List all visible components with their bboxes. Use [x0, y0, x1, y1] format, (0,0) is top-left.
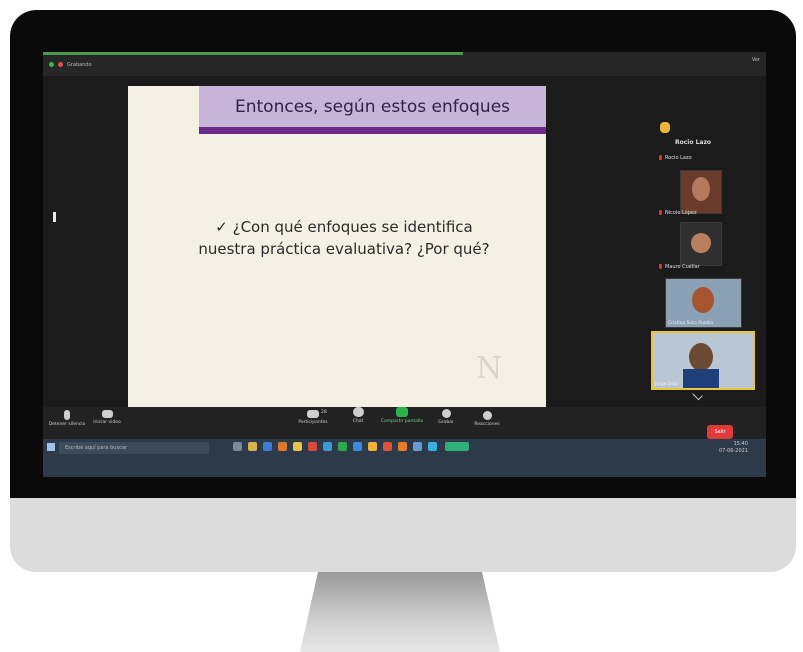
mic-muted-icon — [659, 264, 662, 269]
mic-icon — [64, 410, 70, 420]
record-button[interactable]: Grabar — [431, 409, 461, 425]
mic-muted-icon — [659, 155, 662, 160]
share-screen-label: Compartir pantalla — [380, 419, 424, 424]
participant-video-tile[interactable]: Cristina Soto Puebla — [665, 278, 742, 328]
edge-icon[interactable] — [263, 442, 272, 451]
share-screen-icon — [396, 407, 408, 417]
meeting-toolbar: Detener silencio Iniciar video 28 Partic… — [43, 407, 766, 439]
reactions-button[interactable]: Reacciones — [469, 411, 505, 427]
chevron-down-icon[interactable] — [692, 389, 703, 401]
monitor-stand — [300, 572, 500, 652]
firefox-icon[interactable] — [278, 442, 287, 451]
participant-video-tile[interactable] — [680, 222, 722, 266]
recording-label: Grabando — [67, 62, 92, 68]
participant-face — [689, 343, 713, 371]
system-clock[interactable]: 15:40 07-06-2021 — [719, 441, 748, 455]
chrome-icon[interactable] — [383, 442, 392, 451]
participant-name: Rocio Lazo — [665, 155, 692, 161]
mouse-cursor — [53, 212, 56, 222]
share-screen-button[interactable]: Compartir pantalla — [379, 407, 425, 424]
windows-taskbar: Escribe aquí para buscar 15:40 07-06-202… — [43, 439, 766, 477]
participant-name: Nicole López — [665, 210, 697, 216]
start-video-label: Iniciar video — [93, 420, 121, 425]
task-view-icon[interactable] — [233, 442, 242, 451]
participant-face — [691, 233, 711, 253]
slide-watermark-logo: N — [476, 351, 503, 386]
media-icon[interactable] — [398, 442, 407, 451]
monitor-bezel: Grabando Ver Entonces, según estos enfoq… — [10, 10, 796, 498]
file-explorer-icon[interactable] — [248, 442, 257, 451]
record-label: Grabar — [438, 420, 454, 425]
folder-icon[interactable] — [293, 442, 302, 451]
recording-icon — [58, 62, 63, 67]
raise-hand-icon — [660, 122, 670, 133]
outlook-icon[interactable] — [413, 442, 422, 451]
participant-face — [692, 287, 714, 313]
mic-muted-icon — [659, 210, 662, 215]
leave-meeting-button[interactable]: Salir — [707, 425, 733, 439]
teams-icon[interactable] — [428, 442, 437, 451]
reactions-label: Reacciones — [474, 422, 500, 427]
participant-tile-name: Cristina Soto Puebla — [668, 321, 714, 326]
search-placeholder: Escribe aquí para buscar — [65, 445, 127, 451]
participants-count: 28 — [321, 410, 327, 415]
chat-label: Chat — [352, 419, 364, 424]
monitor-frame: Grabando Ver Entonces, según estos enfoq… — [10, 10, 796, 572]
whatsapp-icon[interactable] — [338, 442, 347, 451]
shared-slide: Entonces, según estos enfoques ✓ ¿Con qu… — [128, 86, 546, 420]
word-icon[interactable] — [353, 442, 362, 451]
record-icon — [441, 409, 451, 418]
participant-face — [692, 177, 710, 201]
active-app-icon[interactable] — [445, 442, 469, 451]
participant-video-tile[interactable] — [680, 170, 722, 214]
question-line-1: ✓ ¿Con qué enfoques se identifica — [215, 218, 473, 236]
clock-time: 15:40 — [733, 441, 748, 447]
zoom-icon[interactable] — [323, 442, 332, 451]
zoom-screen: Grabando Ver Entonces, según estos enfoq… — [43, 52, 766, 477]
slide-question: ✓ ¿Con qué enfoques se identifica nuestr… — [164, 216, 524, 260]
participant-shirt — [683, 369, 719, 388]
video-camera-icon — [101, 410, 113, 418]
app-icon[interactable] — [368, 442, 377, 451]
participants-button[interactable]: 28 Participantes — [291, 410, 335, 425]
slide-title: Entonces, según estos enfoques — [199, 86, 546, 134]
start-video-button[interactable]: Iniciar video — [89, 410, 125, 425]
participant-tile-name: Jorge Díaz — [655, 382, 678, 387]
smile-icon — [482, 411, 492, 420]
meeting-top-bar: Grabando Ver — [43, 52, 766, 76]
participant-name: Mauro Cuéllar — [665, 264, 700, 270]
participants-icon — [307, 410, 319, 418]
active-speaker-name: Rocio Lazo — [675, 139, 712, 146]
windows-start-icon[interactable] — [47, 443, 55, 451]
participant-video-tile-active[interactable]: Jorge Díaz — [651, 331, 755, 390]
unmute-button[interactable]: Detener silencio — [47, 410, 87, 427]
clock-date: 07-06-2021 — [718, 448, 748, 454]
share-indicator-bar — [43, 52, 463, 55]
taskbar-search-box[interactable]: Escribe aquí para buscar — [59, 442, 209, 454]
chat-icon — [352, 407, 364, 417]
powerpoint-icon[interactable] — [308, 442, 317, 451]
view-button[interactable]: Ver — [752, 57, 760, 63]
chat-button[interactable]: Chat — [345, 407, 371, 424]
participants-label: Participantes — [298, 420, 328, 425]
unmute-label: Detener silencio — [48, 422, 86, 427]
question-line-2: nuestra práctica evaluativa? ¿Por qué? — [198, 240, 490, 258]
security-icon[interactable] — [49, 62, 54, 67]
